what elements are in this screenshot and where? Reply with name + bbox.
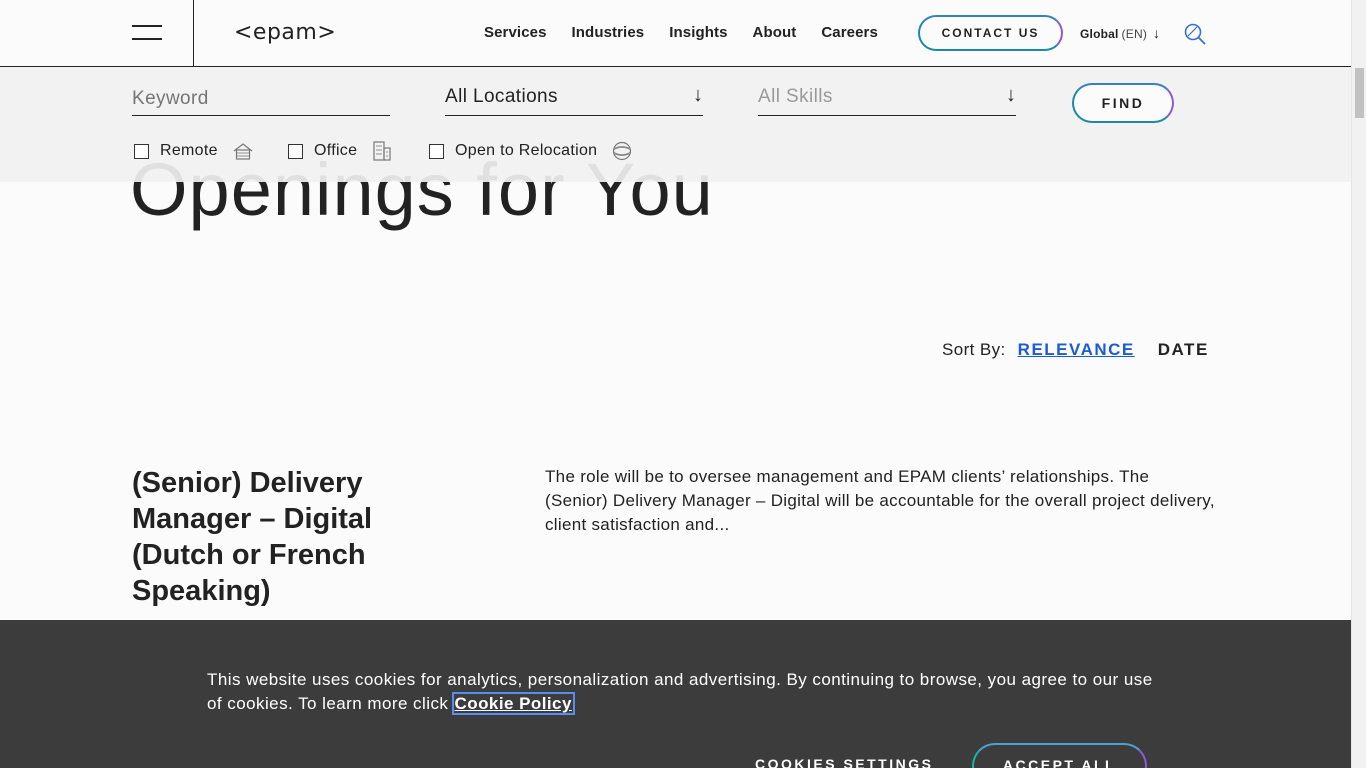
job-title[interactable]: (Senior) Delivery Manager – Digital (Dut… [132, 465, 432, 609]
checkbox-box[interactable] [288, 143, 303, 159]
skills-placeholder: All Skills [758, 86, 833, 107]
scrollbar-thumb[interactable] [1355, 68, 1364, 118]
chevron-down-icon: ↓ [1006, 84, 1016, 106]
region-lang: (EN) [1121, 27, 1148, 41]
skills-select[interactable]: All Skills ↓ [758, 84, 1016, 116]
office-label: Office [314, 142, 358, 159]
main-nav: Services Industries Insights About Caree… [484, 24, 903, 41]
relocation-checkbox[interactable]: Open to Relocation [429, 140, 633, 162]
nav-about[interactable]: About [753, 24, 797, 41]
job-description: The role will be to oversee management a… [545, 467, 1215, 534]
hamburger-menu-icon[interactable] [132, 25, 162, 41]
cookie-message: This website uses cookies for analytics,… [207, 668, 1167, 716]
remote-checkbox[interactable]: Remote [134, 140, 254, 162]
cookies-settings-button[interactable]: COOKIES SETTINGS [755, 756, 933, 768]
nav-insights[interactable]: Insights [669, 24, 727, 41]
find-button[interactable]: FIND [1072, 83, 1174, 123]
cookie-policy-link[interactable]: Cookie Policy [451, 692, 575, 715]
checkbox-box[interactable] [429, 143, 444, 159]
region-label: Global [1080, 27, 1119, 41]
region-selector[interactable]: Global (EN) ↓ [1080, 25, 1160, 41]
cookie-banner: This website uses cookies for analytics,… [0, 620, 1351, 768]
chevron-down-icon: ↓ [1153, 25, 1161, 41]
sort-relevance-link[interactable]: RELEVANCE [1018, 340, 1135, 360]
keyword-field[interactable] [132, 86, 390, 116]
chevron-down-icon: ↓ [693, 84, 703, 106]
sort-label: Sort By: [942, 340, 1006, 359]
keyword-input[interactable] [132, 86, 390, 110]
office-checkbox[interactable]: Office [288, 140, 393, 162]
site-header: <epam> Services Industries Insights Abou… [0, 0, 1351, 67]
remote-label: Remote [160, 142, 218, 159]
accept-all-button[interactable]: ACCEPT ALL [972, 743, 1147, 768]
header-divider [193, 0, 194, 67]
location-select[interactable]: All Locations ↓ [445, 84, 703, 116]
relocation-label: Open to Relocation [455, 142, 598, 159]
nav-industries[interactable]: Industries [572, 24, 645, 41]
epam-logo[interactable]: <epam> [234, 20, 336, 45]
house-icon [233, 143, 253, 160]
page-scrollbar[interactable] [1351, 0, 1366, 768]
office-building-icon [373, 141, 391, 161]
globe-icon [613, 141, 632, 161]
search-icon[interactable] [1183, 22, 1207, 46]
sort-controls: Sort By: RELEVANCE DATE [942, 340, 1209, 360]
cookie-text: This website uses cookies for analytics,… [207, 670, 1153, 713]
contact-us-button[interactable]: CONTACT US [918, 15, 1063, 51]
checkbox-box[interactable] [134, 143, 149, 159]
nav-services[interactable]: Services [484, 24, 547, 41]
nav-careers[interactable]: Careers [821, 24, 878, 41]
sort-date-link[interactable]: DATE [1158, 340, 1209, 360]
location-value: All Locations [445, 86, 558, 107]
job-search-filters: All Locations ↓ All Skills ↓ FIND Remote… [0, 67, 1351, 182]
